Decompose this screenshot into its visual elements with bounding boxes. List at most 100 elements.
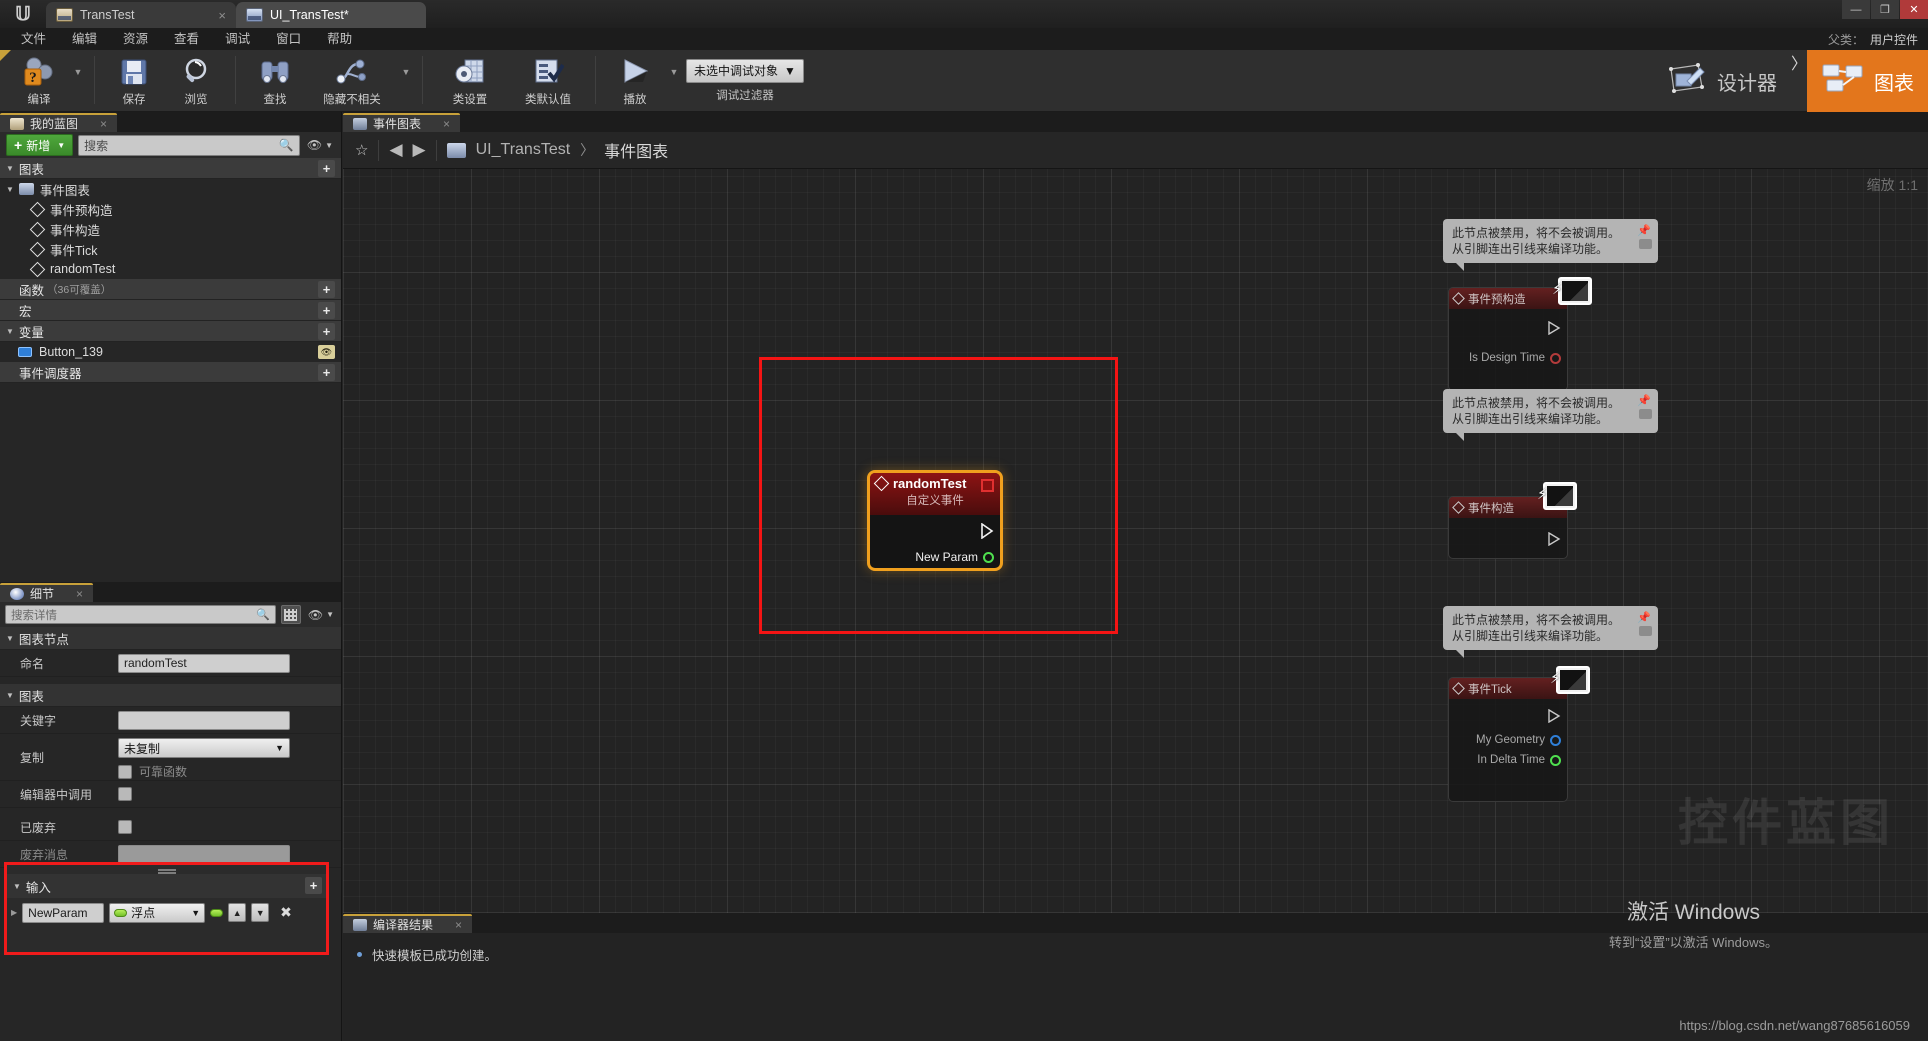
expand-triangle-icon[interactable]: ▼ — [6, 327, 14, 336]
expand-triangle-icon[interactable]: ▶ — [11, 908, 17, 917]
compile-button[interactable]: ? 编译 — [8, 50, 70, 110]
expand-triangle-icon[interactable]: ▼ — [6, 691, 14, 700]
section-macros[interactable]: 宏 + — [0, 300, 341, 321]
inputs-section-header[interactable]: ▼ 输入 + — [7, 874, 326, 898]
details-visibility-button[interactable]: 👁 ▼ — [306, 608, 336, 622]
node-event-tick[interactable]: 事件Tick My Geometry In Delta Time — [1448, 677, 1573, 802]
tab-my-blueprint[interactable]: 我的蓝图 × — [0, 113, 118, 132]
expand-triangle-icon[interactable]: ▼ — [6, 164, 14, 173]
tab-compiler-results[interactable]: 编译器结果 × — [343, 914, 473, 933]
grid-view-button[interactable] — [280, 605, 301, 624]
visibility-options-button[interactable]: 👁 ▼ — [305, 138, 335, 152]
graph-canvas[interactable]: 缩放 1:1 randomTest 自定义事件 New Param 此节点被禁用… — [343, 169, 1928, 913]
pin-icon[interactable]: 📌 — [1637, 611, 1651, 626]
expand-triangle-icon[interactable]: ▼ — [6, 185, 14, 194]
move-param-down-button[interactable]: ▼ — [251, 903, 270, 922]
list-item-event-construct[interactable]: 事件构造 — [0, 219, 341, 239]
section-variables[interactable]: ▼ 变量 + — [0, 321, 341, 342]
class-settings-button[interactable]: 类设置 — [431, 50, 509, 110]
list-item-event-tick[interactable]: 事件Tick — [0, 239, 341, 259]
add-macro-button[interactable]: + — [318, 302, 335, 319]
add-dispatcher-button[interactable]: + — [318, 364, 335, 381]
name-field[interactable]: randomTest — [118, 653, 290, 673]
replication-select[interactable]: 未复制 ▼ — [118, 738, 290, 758]
close-icon[interactable]: × — [455, 918, 462, 932]
play-button[interactable]: 播放 — [604, 50, 666, 110]
menu-item-assets[interactable]: 资源 — [110, 28, 161, 50]
pin-row-my-geometry[interactable]: My Geometry — [1449, 726, 1567, 749]
struct-output-pin-icon[interactable] — [1550, 734, 1561, 746]
reliable-checkbox[interactable] — [118, 764, 132, 779]
close-button[interactable]: ✕ — [1900, 0, 1928, 19]
keywords-field[interactable] — [118, 710, 290, 730]
section-functions[interactable]: 函数 （36可覆盖） + — [0, 279, 341, 300]
list-item-event-preconstruct[interactable]: 事件预构造 — [0, 199, 341, 219]
menu-item-edit[interactable]: 编辑 — [59, 28, 110, 50]
add-function-button[interactable]: + — [318, 281, 335, 298]
section-event-dispatchers[interactable]: 事件调度器 + — [0, 362, 341, 383]
details-category-graph-node[interactable]: ▼ 图表节点 — [0, 627, 341, 650]
details-category-graph[interactable]: ▼ 图表 — [0, 684, 341, 707]
menu-item-view[interactable]: 查看 — [161, 28, 212, 50]
add-input-parameter-button[interactable]: + — [305, 877, 322, 894]
hide-unrelated-dropdown-arrow[interactable]: ▼ — [398, 50, 414, 110]
details-search-input[interactable]: 搜索详情 🔍 — [5, 605, 276, 624]
find-button[interactable]: 查找 — [244, 50, 306, 110]
close-icon[interactable]: × — [204, 8, 226, 23]
close-icon[interactable]: × — [443, 117, 450, 131]
list-item-variable-button139[interactable]: Button_139 👁 — [0, 342, 341, 362]
expand-triangle-icon[interactable]: ▼ — [6, 634, 14, 643]
eye-icon[interactable]: 👁 — [318, 345, 335, 359]
param-type-select[interactable]: 浮点 ▼ — [109, 902, 206, 923]
float-output-pin-icon[interactable] — [1550, 754, 1561, 766]
pin-icon[interactable]: 📌 — [1637, 224, 1651, 239]
pin-row-is-design-time[interactable]: Is Design Time — [1449, 338, 1567, 367]
save-button[interactable]: 保存 — [103, 50, 165, 110]
hide-unrelated-button[interactable]: 隐藏不相关 — [306, 50, 398, 110]
splitter-handle[interactable] — [7, 865, 326, 874]
close-icon[interactable]: × — [100, 117, 107, 131]
list-item-randomtest[interactable]: randomTest — [0, 259, 341, 279]
exec-output-pin[interactable] — [981, 522, 994, 540]
menu-item-file[interactable]: 文件 — [8, 28, 59, 50]
add-new-button[interactable]: + 新增 ▼ — [6, 134, 74, 156]
class-defaults-button[interactable]: 类默认值 — [509, 50, 587, 110]
bookmark-star-icon[interactable]: ☆ — [355, 141, 368, 159]
debug-object-select[interactable]: 未选中调试对象 ▼ — [686, 59, 804, 83]
deprecated-checkbox[interactable] — [118, 820, 132, 834]
tab-event-graph[interactable]: 事件图表 × — [343, 113, 461, 132]
bool-output-pin-icon[interactable] — [1550, 352, 1561, 364]
back-arrow-icon[interactable]: ◀ — [389, 140, 402, 160]
mode-designer-button[interactable]: 设计器 — [1654, 50, 1791, 112]
add-variable-button[interactable]: + — [318, 323, 335, 340]
call-in-editor-checkbox[interactable] — [118, 787, 132, 801]
exec-output-pin-row[interactable] — [1449, 518, 1567, 549]
float-output-pin-icon[interactable] — [983, 551, 994, 563]
node-output-param[interactable]: New Param — [915, 550, 994, 564]
pin-icon[interactable]: 📌 — [1637, 394, 1651, 409]
browse-button[interactable]: 浏览 — [165, 50, 227, 110]
window-tab-transtest[interactable]: TransTest × — [46, 2, 236, 28]
remove-param-button[interactable]: ✖ — [280, 904, 292, 921]
section-graphs[interactable]: ▼ 图表 + — [0, 158, 341, 179]
minimize-button[interactable]: — — [1842, 0, 1870, 19]
menu-item-help[interactable]: 帮助 — [314, 28, 365, 50]
parent-class-value[interactable]: 用户控件 — [1870, 31, 1918, 48]
close-icon[interactable]: × — [76, 587, 83, 601]
window-tab-ui-transtest[interactable]: UI_TransTest* — [236, 2, 426, 28]
search-input[interactable]: 搜索 🔍 — [78, 134, 300, 156]
forward-arrow-icon[interactable]: ▶ — [413, 140, 426, 160]
pin-row-in-delta-time[interactable]: In Delta Time — [1449, 749, 1567, 769]
tab-details[interactable]: 细节 × — [0, 583, 94, 602]
exec-output-pin-row[interactable] — [1449, 699, 1567, 726]
play-dropdown-arrow[interactable]: ▼ — [666, 50, 682, 110]
expand-triangle-icon[interactable]: ▼ — [13, 882, 21, 891]
compile-dropdown-arrow[interactable]: ▼ — [70, 50, 86, 110]
param-name-input[interactable]: NewParam — [22, 902, 105, 923]
maximize-button[interactable]: ❐ — [1871, 0, 1899, 19]
move-param-up-button[interactable]: ▲ — [228, 903, 247, 922]
add-graph-button[interactable]: + — [318, 160, 335, 177]
mode-graph-button[interactable]: 图表 — [1807, 50, 1928, 112]
list-item-event-graph[interactable]: ▼ 事件图表 — [0, 179, 341, 199]
node-event-preconstruct[interactable]: 事件预构造 Is Design Time — [1448, 287, 1573, 391]
